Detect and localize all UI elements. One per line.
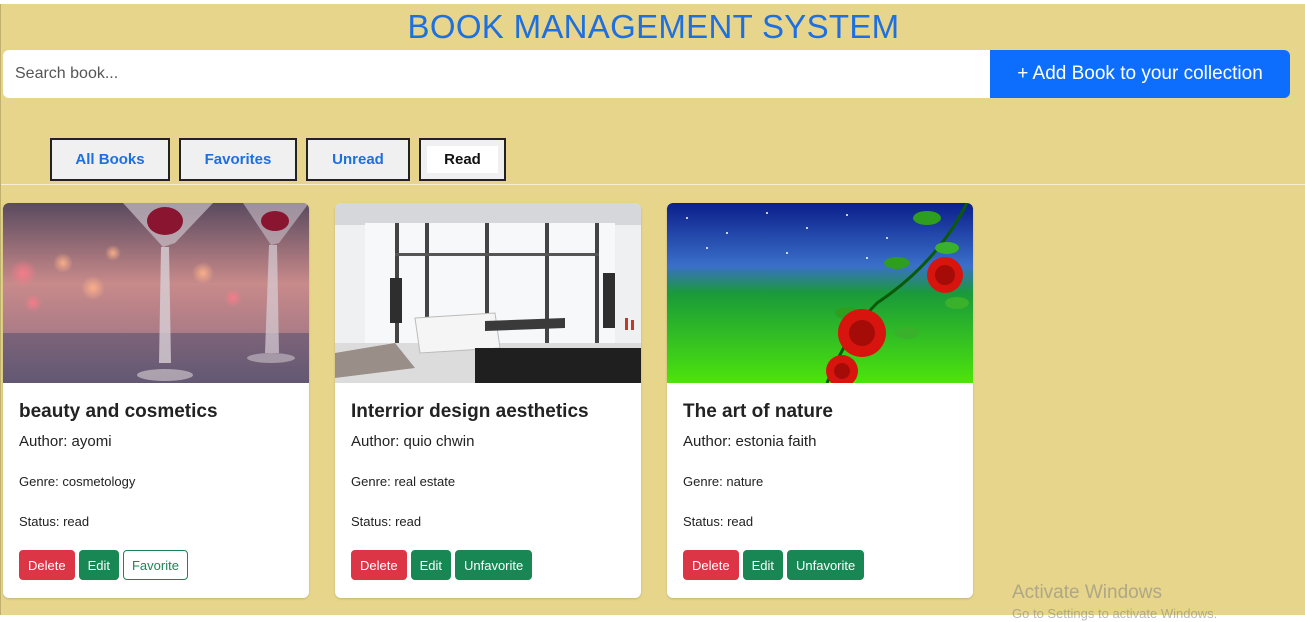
delete-button[interactable]: Delete (19, 550, 75, 580)
filter-tabs: All Books Favorites Unread Read (50, 138, 506, 181)
book-genre: Genre: real estate (351, 474, 456, 489)
tab-favorites[interactable]: Favorites (179, 138, 297, 181)
book-status: Status: read (683, 514, 754, 529)
book-title: Interrior design aesthetics (351, 401, 589, 422)
book-author: Author: ayomi (19, 433, 112, 450)
book-author: Author: quio chwin (351, 433, 475, 450)
book-genre: Genre: cosmetology (19, 474, 136, 489)
tab-all-books[interactable]: All Books (50, 138, 170, 181)
book-cover-image (667, 203, 973, 383)
book-status: Status: read (19, 514, 90, 529)
book-cover-image (335, 203, 641, 383)
edit-button[interactable]: Edit (410, 550, 451, 580)
tab-unread[interactable]: Unread (306, 138, 410, 181)
book-status: Status: read (351, 514, 422, 529)
add-book-button[interactable]: + Add Book to your collection (990, 50, 1290, 98)
search-bar: + Add Book to your collection (3, 50, 1290, 98)
favorite-button[interactable]: Favorite (122, 550, 188, 580)
edit-button[interactable]: Edit (78, 550, 119, 580)
unfavorite-button[interactable]: Unfavorite (454, 550, 533, 580)
delete-button[interactable]: Delete (351, 550, 407, 580)
book-title: The art of nature (683, 401, 833, 422)
book-card: The art of nature Author: estonia faith … (667, 203, 973, 598)
book-author: Author: estonia faith (683, 433, 817, 450)
card-actions: Delete Edit Unfavorite (351, 550, 625, 580)
windows-activation-subtitle: Go to Settings to activate Windows. (1012, 606, 1218, 621)
page-title: BOOK MANAGEMENT SYSTEM (407, 8, 900, 45)
unfavorite-button[interactable]: Unfavorite (786, 550, 865, 580)
search-input[interactable] (3, 50, 990, 98)
book-genre: Genre: nature (683, 474, 764, 489)
card-actions: Delete Edit Favorite (19, 550, 293, 580)
book-title: beauty and cosmetics (19, 401, 218, 422)
edit-button[interactable]: Edit (742, 550, 783, 580)
book-card: Interrior design aesthetics Author: quio… (335, 203, 641, 598)
card-actions: Delete Edit Unfavorite (683, 550, 957, 580)
windows-activation-title: Activate Windows (1012, 582, 1162, 603)
divider (1, 184, 1305, 185)
book-card: beauty and cosmetics Author: ayomi Genre… (3, 203, 309, 598)
book-cover-image (3, 203, 309, 383)
delete-button[interactable]: Delete (683, 550, 739, 580)
app-container: BOOK MANAGEMENT SYSTEM + Add Book to you… (0, 4, 1305, 615)
tab-read[interactable]: Read (419, 138, 506, 181)
